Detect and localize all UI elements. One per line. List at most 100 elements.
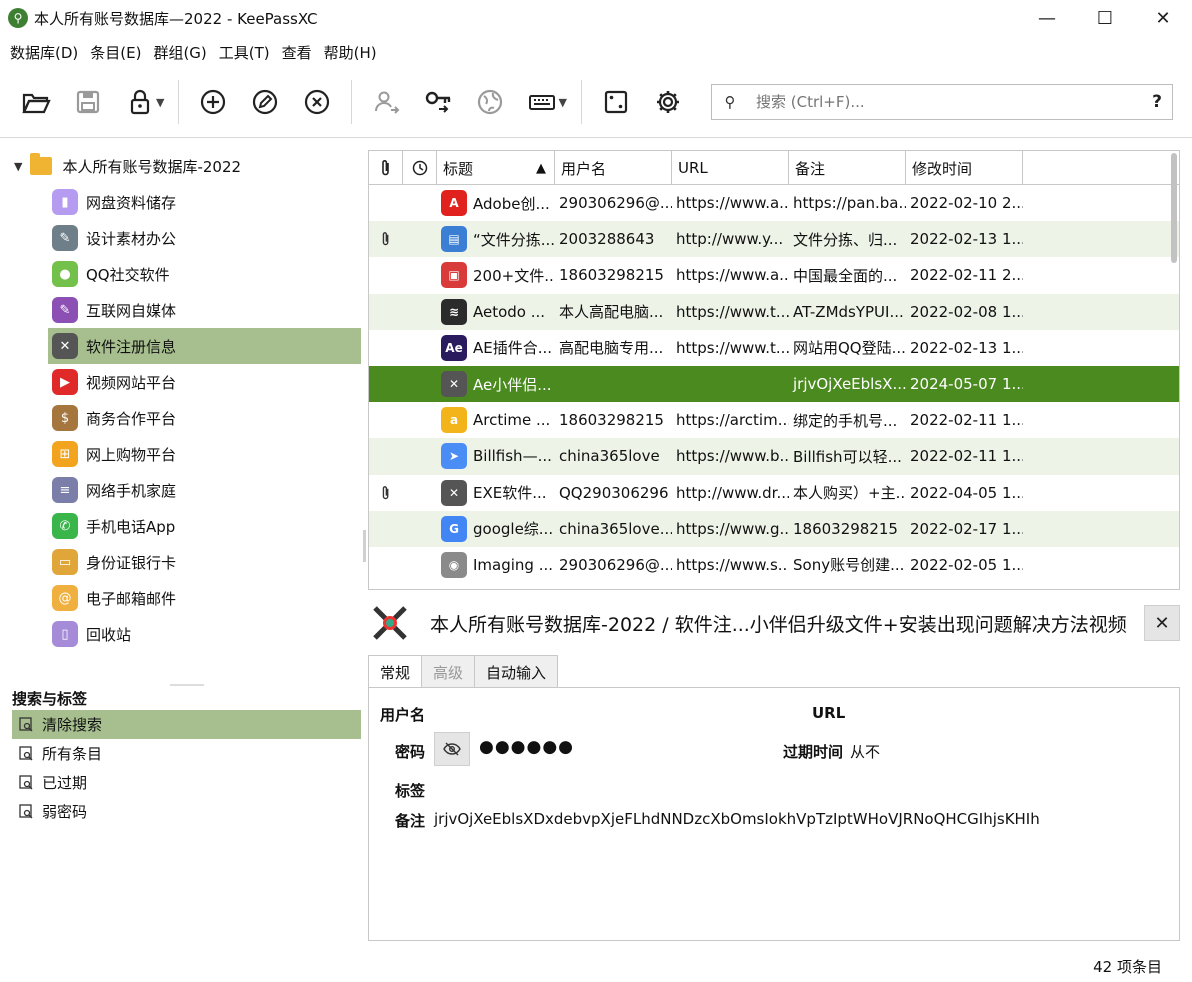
group-icon: ▶: [52, 369, 78, 395]
tab-autotype[interactable]: 自动输入: [474, 655, 559, 688]
group-item[interactable]: ✎ 设计素材办公: [48, 220, 361, 256]
auto-type-dropdown-icon[interactable]: ▼: [558, 96, 566, 109]
modified-cell: 2022-02-11 1...: [910, 411, 1023, 430]
paperclip-icon: [382, 485, 389, 499]
tag-item[interactable]: 已过期: [12, 768, 361, 797]
table-row[interactable]: ≋ Aetodo ... 本人高配电脑... https://www.t... AT-Z…: [369, 293, 1179, 330]
tab-advanced[interactable]: 高级: [421, 655, 476, 688]
menu-bar: 数据库(D) 条目(E) 群组(G) 工具(T) 查看 帮助(H): [0, 38, 383, 66]
eye-slash-icon: [443, 742, 461, 756]
expand-arrow-icon[interactable]: ▼: [14, 160, 22, 173]
maximize-button[interactable]: ☐: [1076, 0, 1134, 36]
table-scrollbar[interactable]: [1171, 153, 1177, 263]
minimize-button[interactable]: —: [1018, 0, 1076, 36]
title-column-header[interactable]: 标题 ▲: [437, 151, 555, 185]
table-row[interactable]: a Arctime ... 18603298215 https://arctim...…: [369, 402, 1179, 438]
notes-cell: Sony账号创建...: [793, 556, 905, 575]
attachment-column-header[interactable]: [369, 151, 403, 185]
tag-item[interactable]: 弱密码: [12, 797, 361, 826]
password-generator-button[interactable]: [590, 76, 642, 128]
table-row[interactable]: ➤ Billfish—... china365love https://www.b..…: [369, 438, 1179, 475]
group-item[interactable]: ⊞ 网上购物平台: [48, 436, 361, 472]
url-column-header[interactable]: URL: [672, 151, 789, 185]
table-row[interactable]: Ae AE插件合... 高配电脑专用... https://www.t... 网站用QQ…: [369, 330, 1179, 366]
tag-item[interactable]: 清除搜索: [12, 710, 361, 739]
entry-title: EXE软件...: [473, 484, 547, 503]
table-row[interactable]: A Adobe创... 290306296@... https://www.a... h…: [369, 185, 1179, 221]
password-value: ●●●●●●: [479, 737, 575, 757]
table-row[interactable]: ✕ Ae小伴侣... jrjvOjXeEblsX... 2024-05-07 1...: [369, 365, 1179, 403]
group-item[interactable]: ▭ 身份证银行卡: [48, 544, 361, 580]
group-item[interactable]: ✆ 手机电话App: [48, 508, 361, 544]
sort-ascending-icon: ▲: [536, 160, 546, 176]
table-row[interactable]: ◉ Imaging ... 290306296@... https://www.s..…: [369, 547, 1179, 583]
delete-entry-button[interactable]: [291, 76, 343, 128]
group-item[interactable]: ▯ 回收站: [48, 616, 361, 652]
entry-title: Arctime ...: [473, 411, 551, 430]
tree-root[interactable]: ▼ 本人所有账号数据库-2022: [0, 148, 364, 184]
lock-dropdown-icon[interactable]: ▼: [156, 96, 164, 109]
toggle-password-visibility-button[interactable]: [434, 732, 470, 766]
title-cell: ◉ Imaging ...: [437, 547, 555, 583]
group-icon: ✎: [52, 225, 78, 251]
open-database-button[interactable]: [10, 76, 62, 128]
close-window-button[interactable]: ✕: [1134, 0, 1192, 36]
menu-tools[interactable]: 工具(T): [213, 42, 276, 63]
search-help-button[interactable]: ?: [1142, 92, 1172, 112]
username-cell: 2003288643: [559, 230, 655, 249]
table-row[interactable]: Ggoogle综... china365love... https://www.g.…: [369, 510, 1179, 547]
group-item[interactable]: ▶ 视频网站平台: [48, 364, 361, 400]
copy-password-button[interactable]: [412, 76, 464, 128]
group-item[interactable]: ✕ 软件注册信息: [48, 328, 361, 364]
menu-help[interactable]: 帮助(H): [318, 42, 383, 63]
settings-button[interactable]: [642, 76, 694, 128]
search-tag-icon: [18, 804, 34, 820]
username-cell: 290306296@...: [559, 194, 672, 213]
menu-database[interactable]: 数据库(D): [4, 42, 84, 63]
table-row[interactable]: ▤ “文件分拣... 2003288643 http://www.y... 文件分拣、归…: [369, 221, 1179, 258]
url-cell: https://www.g...: [676, 519, 789, 538]
group-item[interactable]: ✎ 互联网自媒体: [48, 292, 361, 328]
search-input[interactable]: [748, 93, 1142, 111]
menu-view[interactable]: 查看: [276, 42, 318, 63]
group-item[interactable]: ● QQ社交软件: [48, 256, 361, 292]
entry-title: google综...: [473, 520, 554, 539]
group-item[interactable]: ≡ 网络手机家庭: [48, 472, 361, 508]
save-database-button[interactable]: [62, 76, 114, 128]
keepassxc-logo-icon: ⚲: [8, 8, 28, 28]
username-column-header[interactable]: 用户名: [555, 151, 672, 185]
group-item[interactable]: $ 商务合作平台: [48, 400, 361, 436]
modified-column-header[interactable]: 修改时间: [906, 151, 1023, 185]
tag-item[interactable]: 所有条目: [12, 739, 361, 768]
table-row[interactable]: ✕ EXE软件... QQ290306296 http://www.dr... 本人购买…: [369, 475, 1179, 511]
username-label: 用户名: [380, 706, 426, 724]
group-icon: ▭: [52, 549, 78, 575]
tab-general[interactable]: 常规: [368, 655, 423, 688]
table-row[interactable]: ▣ 200+文件... 18603298215 https://www.a... 中国最…: [369, 257, 1179, 293]
edit-entry-button[interactable]: [239, 76, 291, 128]
entry-count-status: 42 项条目: [1093, 958, 1162, 976]
menu-entries[interactable]: 条目(E): [84, 42, 147, 63]
menu-groups[interactable]: 群组(G): [147, 42, 212, 63]
keyboard-icon: [529, 95, 556, 110]
toolbar-divider: [0, 137, 1192, 138]
notes-cell: 18603298215: [793, 519, 898, 538]
group-item[interactable]: ▮ 网盘资料储存: [48, 184, 361, 220]
entry-icon: G: [441, 515, 467, 542]
globe-icon: [478, 89, 503, 115]
username-cell: china365love: [559, 447, 660, 466]
pane-splitter[interactable]: [363, 530, 366, 562]
group-label: 视频网站平台: [86, 373, 177, 392]
window-title: 本人所有账号数据库—2022 - KeePassXC: [34, 9, 318, 28]
time-cell: [403, 475, 437, 511]
close-detail-button[interactable]: ✕: [1144, 605, 1180, 641]
modified-cell: 2022-02-13 1...: [910, 338, 1023, 357]
open-url-button[interactable]: [464, 76, 516, 128]
notes-column-header[interactable]: 备注: [789, 151, 906, 185]
time-column-header[interactable]: [403, 151, 437, 185]
group-item[interactable]: @ 电子邮箱邮件: [48, 580, 361, 616]
title-header-label: 标题: [443, 159, 474, 178]
attachment-cell: [369, 185, 403, 221]
copy-username-button[interactable]: [360, 76, 412, 128]
add-entry-button[interactable]: [187, 76, 239, 128]
